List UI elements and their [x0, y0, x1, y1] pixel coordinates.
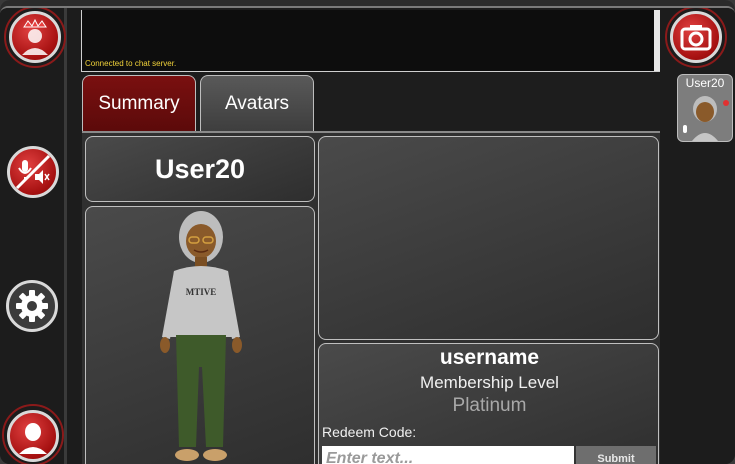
left-toolbar	[0, 8, 80, 464]
membership-panel: username Membership Level Platinum Redee…	[318, 343, 659, 464]
shirt-text: MTIVE	[186, 287, 217, 297]
details-panel	[318, 136, 659, 340]
app-window: Connected to chat server. Summary Avatar…	[0, 0, 735, 464]
redeem-code-input[interactable]	[322, 446, 574, 464]
profile-button[interactable]	[7, 410, 59, 462]
user-card-name: User20	[685, 76, 725, 90]
camera-button[interactable]	[670, 11, 722, 63]
username: username	[439, 346, 540, 369]
right-toolbar: User20	[660, 8, 735, 464]
display-name-panel: User20	[85, 136, 315, 202]
gear-icon	[16, 290, 48, 322]
submit-button[interactable]: Submit	[576, 446, 656, 464]
crowned-user-icon	[22, 18, 48, 55]
mute-button[interactable]	[7, 146, 59, 198]
avatar-figure: MTIVE	[160, 211, 242, 461]
settings-button[interactable]	[6, 280, 58, 332]
tab-summary[interactable]: Summary	[82, 75, 196, 131]
display-name: User20	[154, 153, 246, 184]
muted-microphone-icon	[15, 154, 51, 190]
tab-avatars[interactable]: Avatars	[200, 75, 314, 131]
membership-label: Membership Level	[420, 373, 559, 392]
left-rail	[64, 8, 67, 464]
user-silhouette-icon	[19, 423, 47, 454]
membership-value: Platinum	[452, 395, 527, 416]
chat-log[interactable]: Connected to chat server.	[81, 10, 661, 72]
main-area: Connected to chat server. Summary Avatar…	[0, 6, 735, 464]
camera-icon	[680, 25, 712, 51]
summary-content: User20 MTIVE username Membership Level P…	[82, 131, 662, 464]
redeem-label: Redeem Code:	[322, 424, 417, 440]
avatar-preview-panel: MTIVE	[85, 206, 315, 464]
chat-message: Connected to chat server.	[85, 59, 177, 68]
user-card[interactable]: User20	[677, 74, 733, 142]
crowned-user-button[interactable]	[9, 11, 61, 63]
